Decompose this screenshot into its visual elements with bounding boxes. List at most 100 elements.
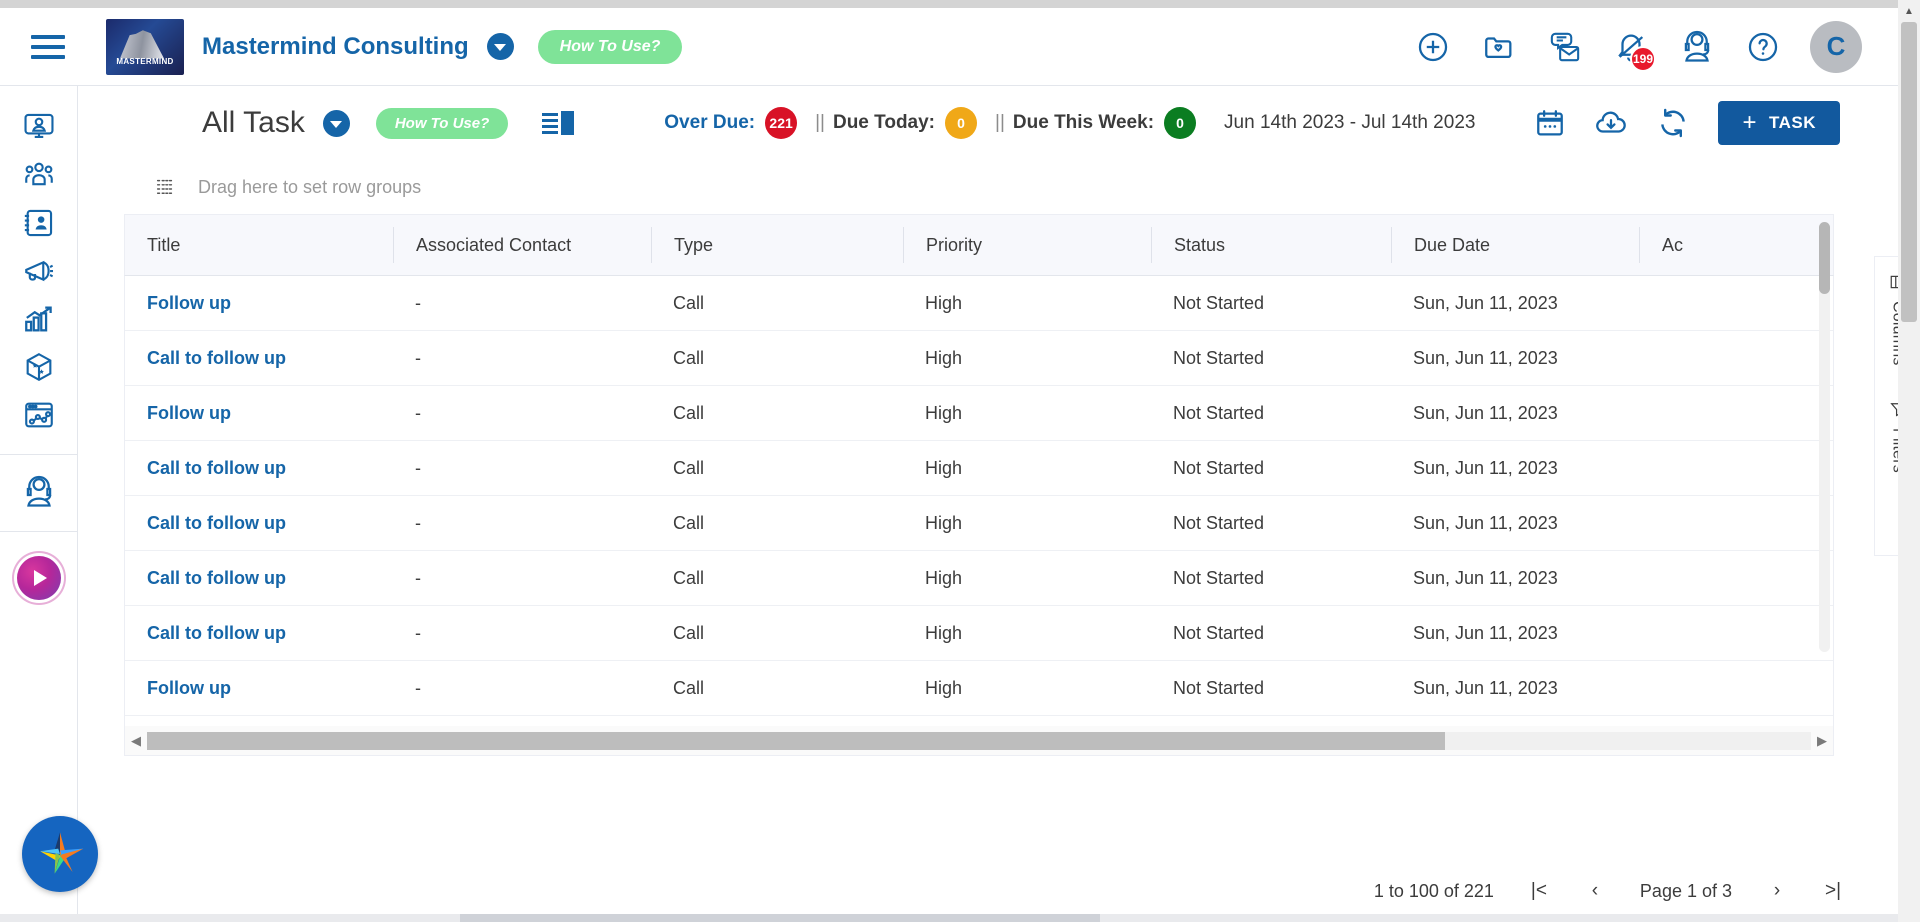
cell-contact: -	[415, 292, 421, 313]
prev-page-icon[interactable]: ‹	[1584, 880, 1606, 902]
cell-type: Call	[673, 292, 705, 313]
cell-contact: -	[415, 567, 421, 588]
cell-contact: -	[415, 622, 421, 643]
cell-status: Not Started	[1173, 677, 1265, 698]
brand-chevron-down-icon[interactable]	[486, 33, 514, 60]
column-header-status[interactable]: Status	[1151, 227, 1391, 263]
table-row[interactable]: Call to follow up - Call High Not Started Sun…	[125, 496, 1833, 551]
column-header-type[interactable]: Type	[651, 227, 903, 263]
row-group-icon	[156, 179, 174, 194]
add-task-plus-icon: +	[1742, 109, 1757, 136]
sidebar-item-accounts[interactable]	[16, 152, 62, 198]
sidebar-item-campaigns[interactable]	[16, 248, 62, 294]
column-header-contact[interactable]: Associated Contact	[393, 227, 651, 263]
cell-contact: -	[415, 457, 421, 478]
sidebar-divider	[0, 454, 78, 455]
support-headset-icon[interactable]	[1678, 28, 1716, 66]
help-circle-icon[interactable]	[1744, 28, 1782, 66]
sidebar-item-leads[interactable]	[16, 104, 62, 150]
cell-priority: High	[925, 567, 963, 588]
cell-title[interactable]: Follow up	[125, 293, 393, 314]
folder-favorite-icon[interactable]	[1480, 28, 1518, 66]
cell-due-date: Sun, Jun 11, 2023	[1413, 567, 1558, 588]
row-group-placeholder: Drag here to set row groups	[198, 176, 422, 197]
page-toolbar: All Task How To Use? Over Due: 221 || Du…	[124, 86, 1898, 160]
page-title: All Task	[202, 106, 305, 139]
star-logo-icon	[40, 832, 84, 874]
grid-body[interactable]: Follow up - Call High Not Started Sun, Jun 11…	[124, 276, 1834, 726]
table-row[interactable]: Follow up-CallHighNot StartedSun, Jun 11…	[125, 661, 1833, 716]
cell-priority: High	[925, 292, 963, 313]
cell-due-date: Sun, Jun 11, 2023	[1413, 457, 1558, 478]
grid-header-row: Title Associated Contact Type Priority S…	[124, 214, 1834, 276]
table-row[interactable]: Follow up-CallHighNot StartedSun, Jun 11…	[125, 716, 1833, 726]
brand-name: Mastermind Consulting	[202, 32, 469, 60]
hscroll-right-arrow[interactable]: ▶	[1811, 733, 1833, 749]
sidebar-item-support[interactable]	[16, 469, 62, 515]
sidebar-item-products[interactable]	[16, 344, 62, 390]
avatar[interactable]: C	[1810, 20, 1862, 73]
page-scroll-thumb[interactable]	[1901, 22, 1917, 322]
sidebar-item-analytics[interactable]	[16, 392, 62, 438]
message-envelope-icon[interactable]	[1546, 28, 1584, 66]
column-header-due-date[interactable]: Due Date	[1391, 227, 1639, 263]
table-row[interactable]: Follow up-CallHighNot StartedSun, Jun 11…	[125, 276, 1833, 331]
cell-due-date: Sun, Jun 11, 2023	[1413, 622, 1558, 643]
table-row[interactable]: Call to follow up - Call High Not Started Sun…	[125, 441, 1833, 496]
table-row[interactable]: Follow up-CallHighNot StartedSun, Jun 11…	[125, 386, 1833, 441]
calendar-icon[interactable]	[1534, 107, 1566, 139]
page-vertical-scrollbar[interactable]: ▲	[1898, 0, 1920, 922]
first-page-icon[interactable]: |<	[1528, 880, 1550, 902]
page-indicator: Page 1 of 3	[1639, 880, 1732, 901]
sidebar-item-contacts[interactable]	[16, 200, 62, 246]
how-to-use-badge-toolbar[interactable]: How To Use?	[375, 107, 509, 139]
video-play-button[interactable]	[16, 556, 61, 600]
cell-status: Not Started	[1173, 347, 1265, 368]
hamburger-icon[interactable]	[16, 34, 80, 59]
main-content: All Task How To Use? Over Due: 221 || Du…	[78, 86, 1898, 922]
cell-title[interactable]: Call to follow up	[125, 568, 393, 589]
table-row[interactable]: Call to follow up - Call High Not Started Sun…	[125, 331, 1833, 386]
row-group-drop-zone[interactable]: Drag here to set row groups	[124, 160, 1898, 214]
task-stats: Over Due: 221 || Due Today: 0 || Due Thi…	[664, 107, 1475, 139]
hscroll-thumb[interactable]	[147, 731, 1445, 750]
cell-title[interactable]: Call to follow up	[125, 458, 393, 479]
sidebar-item-reports[interactable]	[16, 296, 62, 342]
table-row[interactable]: Call to follow up - Call High Not Started Sun…	[125, 551, 1833, 606]
cell-title[interactable]: Follow up	[125, 403, 393, 424]
page-title-chevron-down-icon[interactable]	[322, 109, 350, 137]
grid-footer: 1 to 100 of 221 |< ‹ Page 1 of 3 › >|	[78, 860, 1898, 922]
page-scroll-up-arrow[interactable]: ▲	[1898, 0, 1920, 22]
cell-status: Not Started	[1173, 567, 1265, 588]
next-page-icon[interactable]: ›	[1766, 880, 1788, 902]
grid-vertical-scrollbar[interactable]	[1819, 222, 1830, 652]
cell-type: Call	[673, 567, 705, 588]
grid-horizontal-scrollbar[interactable]: ◀ ▶	[124, 726, 1834, 756]
cell-title[interactable]: Call to follow up	[125, 348, 393, 369]
top-header-bar: MASTERMIND Mastermind Consulting How To …	[0, 8, 1898, 86]
due-week-label: Due This Week:	[1012, 112, 1155, 133]
cell-due-date: Sun, Jun 11, 2023	[1413, 512, 1558, 533]
refresh-sync-icon[interactable]	[1656, 106, 1690, 140]
add-circle-icon[interactable]	[1414, 28, 1452, 66]
cell-title[interactable]: Call to follow up	[125, 513, 393, 534]
last-page-icon[interactable]: >|	[1822, 880, 1844, 902]
assistant-star-button[interactable]	[22, 816, 98, 892]
cell-type: Call	[673, 677, 705, 698]
list-view-icon[interactable]	[542, 111, 575, 135]
column-header-title[interactable]: Title	[125, 227, 393, 263]
table-row[interactable]: Call to follow up - Call High Not Started Sun…	[125, 606, 1833, 661]
cell-contact: -	[415, 677, 421, 698]
add-task-label: TASK	[1768, 113, 1816, 132]
notification-bell-icon[interactable]: 199	[1612, 28, 1656, 72]
hscroll-left-arrow[interactable]: ◀	[125, 733, 147, 749]
add-task-button[interactable]: + TASK	[1718, 101, 1840, 145]
cell-status: Not Started	[1173, 512, 1265, 533]
cloud-download-icon[interactable]	[1594, 106, 1628, 140]
column-header-actions[interactable]: Ac	[1639, 227, 1759, 263]
column-header-priority[interactable]: Priority	[903, 227, 1151, 263]
due-today-label: Due Today:	[832, 112, 936, 133]
cell-title[interactable]: Follow up	[125, 678, 393, 699]
cell-title[interactable]: Call to follow up	[125, 623, 393, 644]
how-to-use-badge-header[interactable]: How To Use?	[537, 29, 683, 64]
